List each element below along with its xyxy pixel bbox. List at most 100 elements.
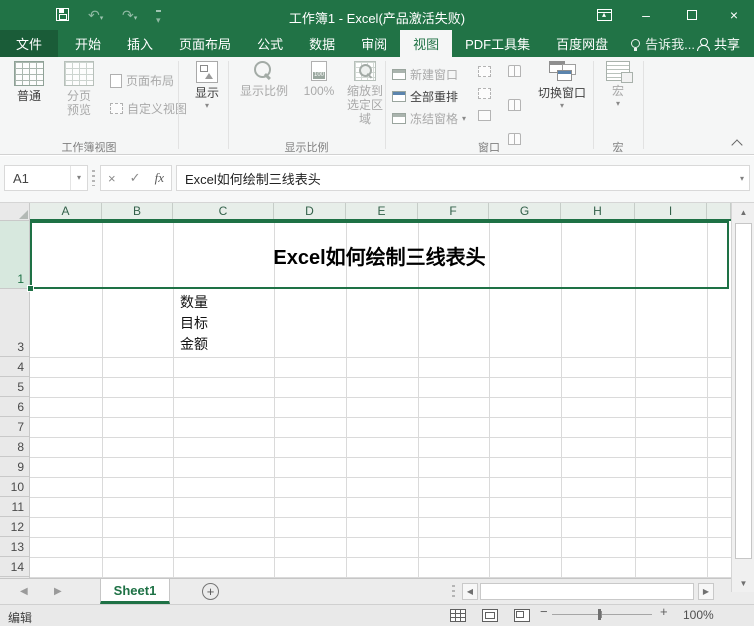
page-break-preview-icon [64, 61, 94, 86]
hscroll-left-icon[interactable]: ◀ [462, 583, 478, 600]
show-dropdown-button[interactable]: 显示 ▾ [186, 61, 228, 137]
vertical-scroll-thumb[interactable] [735, 223, 752, 559]
column-header-c[interactable]: C [173, 203, 274, 219]
zoom-slider-thumb[interactable] [598, 609, 601, 620]
synchronous-scrolling-button[interactable] [508, 99, 521, 111]
sheet-prev-icon[interactable]: ◀ [20, 586, 28, 597]
tab-file[interactable]: 文件 [0, 30, 58, 57]
row-header-10[interactable]: 10 [0, 477, 30, 497]
view-side-by-side-button[interactable] [508, 65, 521, 77]
column-header-e[interactable]: E [346, 203, 418, 219]
normal-view-status-button[interactable] [450, 609, 466, 622]
collapse-ribbon-icon[interactable] [731, 139, 742, 150]
custom-views-icon [110, 103, 123, 114]
close-button[interactable]: × [714, 0, 754, 30]
zoom-to-selection-button[interactable]: 缩放到选定区域 [342, 61, 388, 137]
tab-insert[interactable]: 插入 [114, 30, 166, 57]
ribbon-view: 普通 分页预览 页面布局 自定义视图 工作簿视图 显示 ▾ 显示比例 [0, 57, 754, 155]
ribbon-display-options-button[interactable]: ▴ [584, 0, 624, 30]
sheet-tab-sheet1[interactable]: Sheet1 [100, 579, 170, 604]
tab-data[interactable]: 数据 [296, 30, 348, 57]
column-header-d[interactable]: D [274, 203, 346, 219]
custom-views-button[interactable]: 自定义视图 [110, 100, 187, 117]
formula-bar-expand-icon[interactable]: ▾ [735, 174, 749, 183]
fill-handle[interactable] [27, 285, 34, 292]
show-label: 显示 [195, 86, 219, 100]
page-break-status-button[interactable] [514, 609, 530, 622]
tab-page-layout[interactable]: 页面布局 [166, 30, 244, 57]
formula-bar-drag-handle[interactable] [92, 170, 95, 186]
new-window-button[interactable]: 新建窗口 [392, 66, 458, 83]
row-header-4[interactable]: 4 [0, 357, 30, 377]
column-header-i[interactable]: I [635, 203, 707, 219]
zoom-button[interactable]: 显示比例 [234, 61, 294, 137]
column-header-f[interactable]: F [418, 203, 489, 219]
zoom-slider-track[interactable] [552, 614, 652, 615]
excel-window: ↶▾ ↷▾ ▾ 工作簿1 - Excel(产品激活失败) ▴ – × 文件 开始… [0, 0, 754, 626]
cell-c3-line: 金额 [180, 334, 208, 355]
zoom-in-icon[interactable]: + [660, 604, 668, 619]
new-sheet-button[interactable]: + [202, 583, 219, 600]
insert-function-icon[interactable]: fx [155, 170, 164, 186]
zoom-100-button[interactable]: 100% [298, 61, 340, 137]
unhide-window-button[interactable] [478, 110, 491, 121]
maximize-button[interactable] [672, 0, 712, 30]
share-button[interactable]: 共享 [689, 30, 748, 57]
formula-input[interactable]: Excel如何绘制三线表头 ▾ [176, 165, 750, 191]
scroll-up-icon[interactable]: ▲ [734, 204, 753, 220]
freeze-panes-button[interactable]: 冻结窗格 ▾ [392, 110, 466, 127]
page-break-preview-button[interactable]: 分页预览 [54, 61, 104, 137]
tab-review[interactable]: 审阅 [348, 30, 400, 57]
column-header-b[interactable]: B [102, 203, 173, 219]
group-divider [643, 61, 644, 149]
select-all-button[interactable] [0, 203, 30, 221]
zoom-out-icon[interactable]: − [540, 604, 548, 619]
row-header-3[interactable]: 3 [0, 289, 30, 357]
row-header-7[interactable]: 7 [0, 417, 30, 437]
page-layout-view-button[interactable]: 页面布局 [110, 72, 174, 89]
cancel-icon[interactable]: × [108, 171, 116, 186]
sheet-next-icon[interactable]: ▶ [54, 586, 62, 597]
row-header-1[interactable]: 1 [0, 221, 30, 289]
arrange-all-button[interactable]: 全部重排 [392, 88, 458, 105]
column-header-h[interactable]: H [561, 203, 635, 219]
split-button[interactable] [478, 66, 491, 77]
arrange-all-label: 全部重排 [410, 88, 458, 105]
row-header-9[interactable]: 9 [0, 457, 30, 477]
hscroll-right-icon[interactable]: ▶ [698, 583, 714, 600]
hide-window-button[interactable] [478, 88, 491, 99]
tab-pdf-tools[interactable]: PDF工具集 [452, 30, 543, 57]
column-header-a[interactable]: A [30, 203, 102, 219]
enter-icon[interactable]: ✓ [130, 170, 141, 186]
zoom-100-icon [311, 61, 327, 81]
horizontal-scroll-thumb[interactable] [480, 583, 694, 600]
scroll-down-icon[interactable]: ▼ [734, 575, 753, 591]
tab-view[interactable]: 视图 [400, 30, 452, 57]
tab-bar-drag-handle[interactable] [452, 585, 455, 599]
person-icon [697, 38, 709, 50]
macros-button[interactable]: 宏 ▾ [598, 61, 638, 137]
name-box-dropdown-icon[interactable]: ▾ [70, 166, 87, 190]
tab-baidu-netdisk[interactable]: 百度网盘 [543, 30, 621, 57]
normal-view-button[interactable]: 普通 [6, 61, 52, 137]
row-header-14[interactable]: 14 [0, 557, 30, 577]
row-header-6[interactable]: 6 [0, 397, 30, 417]
page-layout-status-button[interactable] [482, 609, 498, 622]
minimize-button[interactable]: – [626, 0, 666, 30]
row-header-12[interactable]: 12 [0, 517, 30, 537]
zoom-level[interactable]: 100% [683, 608, 714, 622]
worksheet-grid: A B C D E F G H I 1 3 4 5 6 7 8 9 10 11 … [0, 203, 754, 578]
tab-home[interactable]: 开始 [62, 30, 114, 57]
name-box[interactable]: A1 ▾ [4, 165, 88, 191]
row-header-5[interactable]: 5 [0, 377, 30, 397]
switch-windows-button[interactable]: 切换窗口 ▾ [534, 61, 590, 137]
row-header-8[interactable]: 8 [0, 437, 30, 457]
vertical-scrollbar[interactable]: ▲ ▼ [731, 203, 754, 592]
tab-formulas[interactable]: 公式 [244, 30, 296, 57]
switch-windows-label: 切换窗口 [538, 86, 586, 100]
row-header-11[interactable]: 11 [0, 497, 30, 517]
cell-c3[interactable]: 数量 目标 金额 [180, 292, 208, 355]
column-header-g[interactable]: G [489, 203, 561, 219]
row-header-13[interactable]: 13 [0, 537, 30, 557]
column-header-partial[interactable] [707, 203, 731, 219]
